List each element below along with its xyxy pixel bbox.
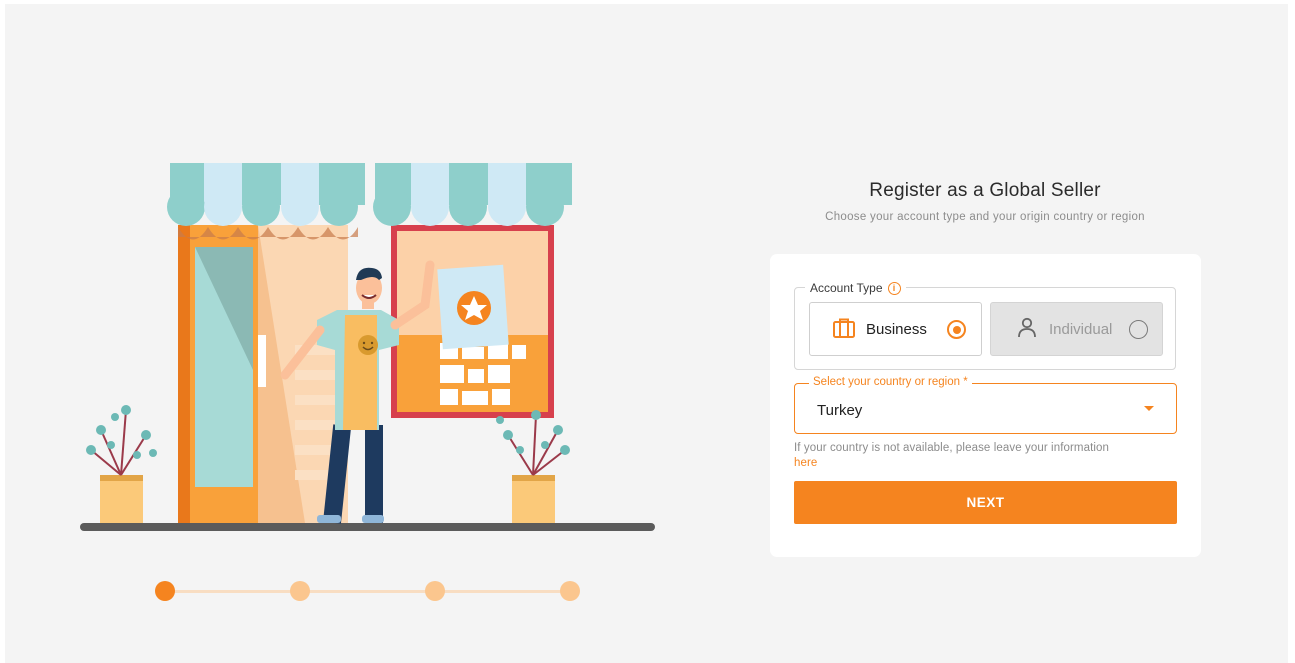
next-button[interactable]: NEXT [794, 481, 1177, 524]
country-select-label: Select your country or region * [809, 376, 972, 388]
country-select[interactable]: Select your country or region * Turkey [794, 376, 1177, 434]
note-text: If your country is not available, please… [794, 442, 1110, 454]
stepper-step-4 [560, 581, 580, 601]
page-subtitle: Choose your account type and your origin… [825, 211, 1145, 223]
account-type-group: Account Type i Business Individual [794, 279, 1176, 370]
account-type-individual[interactable]: Individual [990, 302, 1163, 356]
stepper-step-1 [155, 581, 175, 601]
user-icon [1017, 317, 1037, 344]
info-icon[interactable]: i [887, 281, 901, 295]
page-title: Register as a Global Seller [869, 180, 1101, 201]
stepper-step-3 [425, 581, 445, 601]
stepper-step-2 [290, 581, 310, 601]
country-select-value: Turkey [817, 402, 863, 419]
stepper-track [165, 590, 570, 593]
business-radio[interactable] [947, 320, 966, 339]
progress-stepper [155, 580, 580, 602]
leave-info-link[interactable]: here [794, 456, 1179, 471]
briefcase-icon [832, 317, 856, 344]
business-label: Business [866, 321, 927, 338]
individual-radio[interactable] [1129, 320, 1148, 339]
account-type-legend: Account Type i [805, 279, 906, 297]
account-type-label: Account Type [810, 281, 883, 295]
caret-down-icon [1144, 406, 1154, 411]
account-type-business[interactable]: Business [809, 302, 982, 356]
registration-card: Account Type i Business Individual Selec… [770, 254, 1201, 557]
individual-label: Individual [1049, 321, 1113, 338]
country-unavailable-note: If your country is not available, please… [794, 441, 1179, 471]
storefront-illustration [75, 155, 660, 540]
